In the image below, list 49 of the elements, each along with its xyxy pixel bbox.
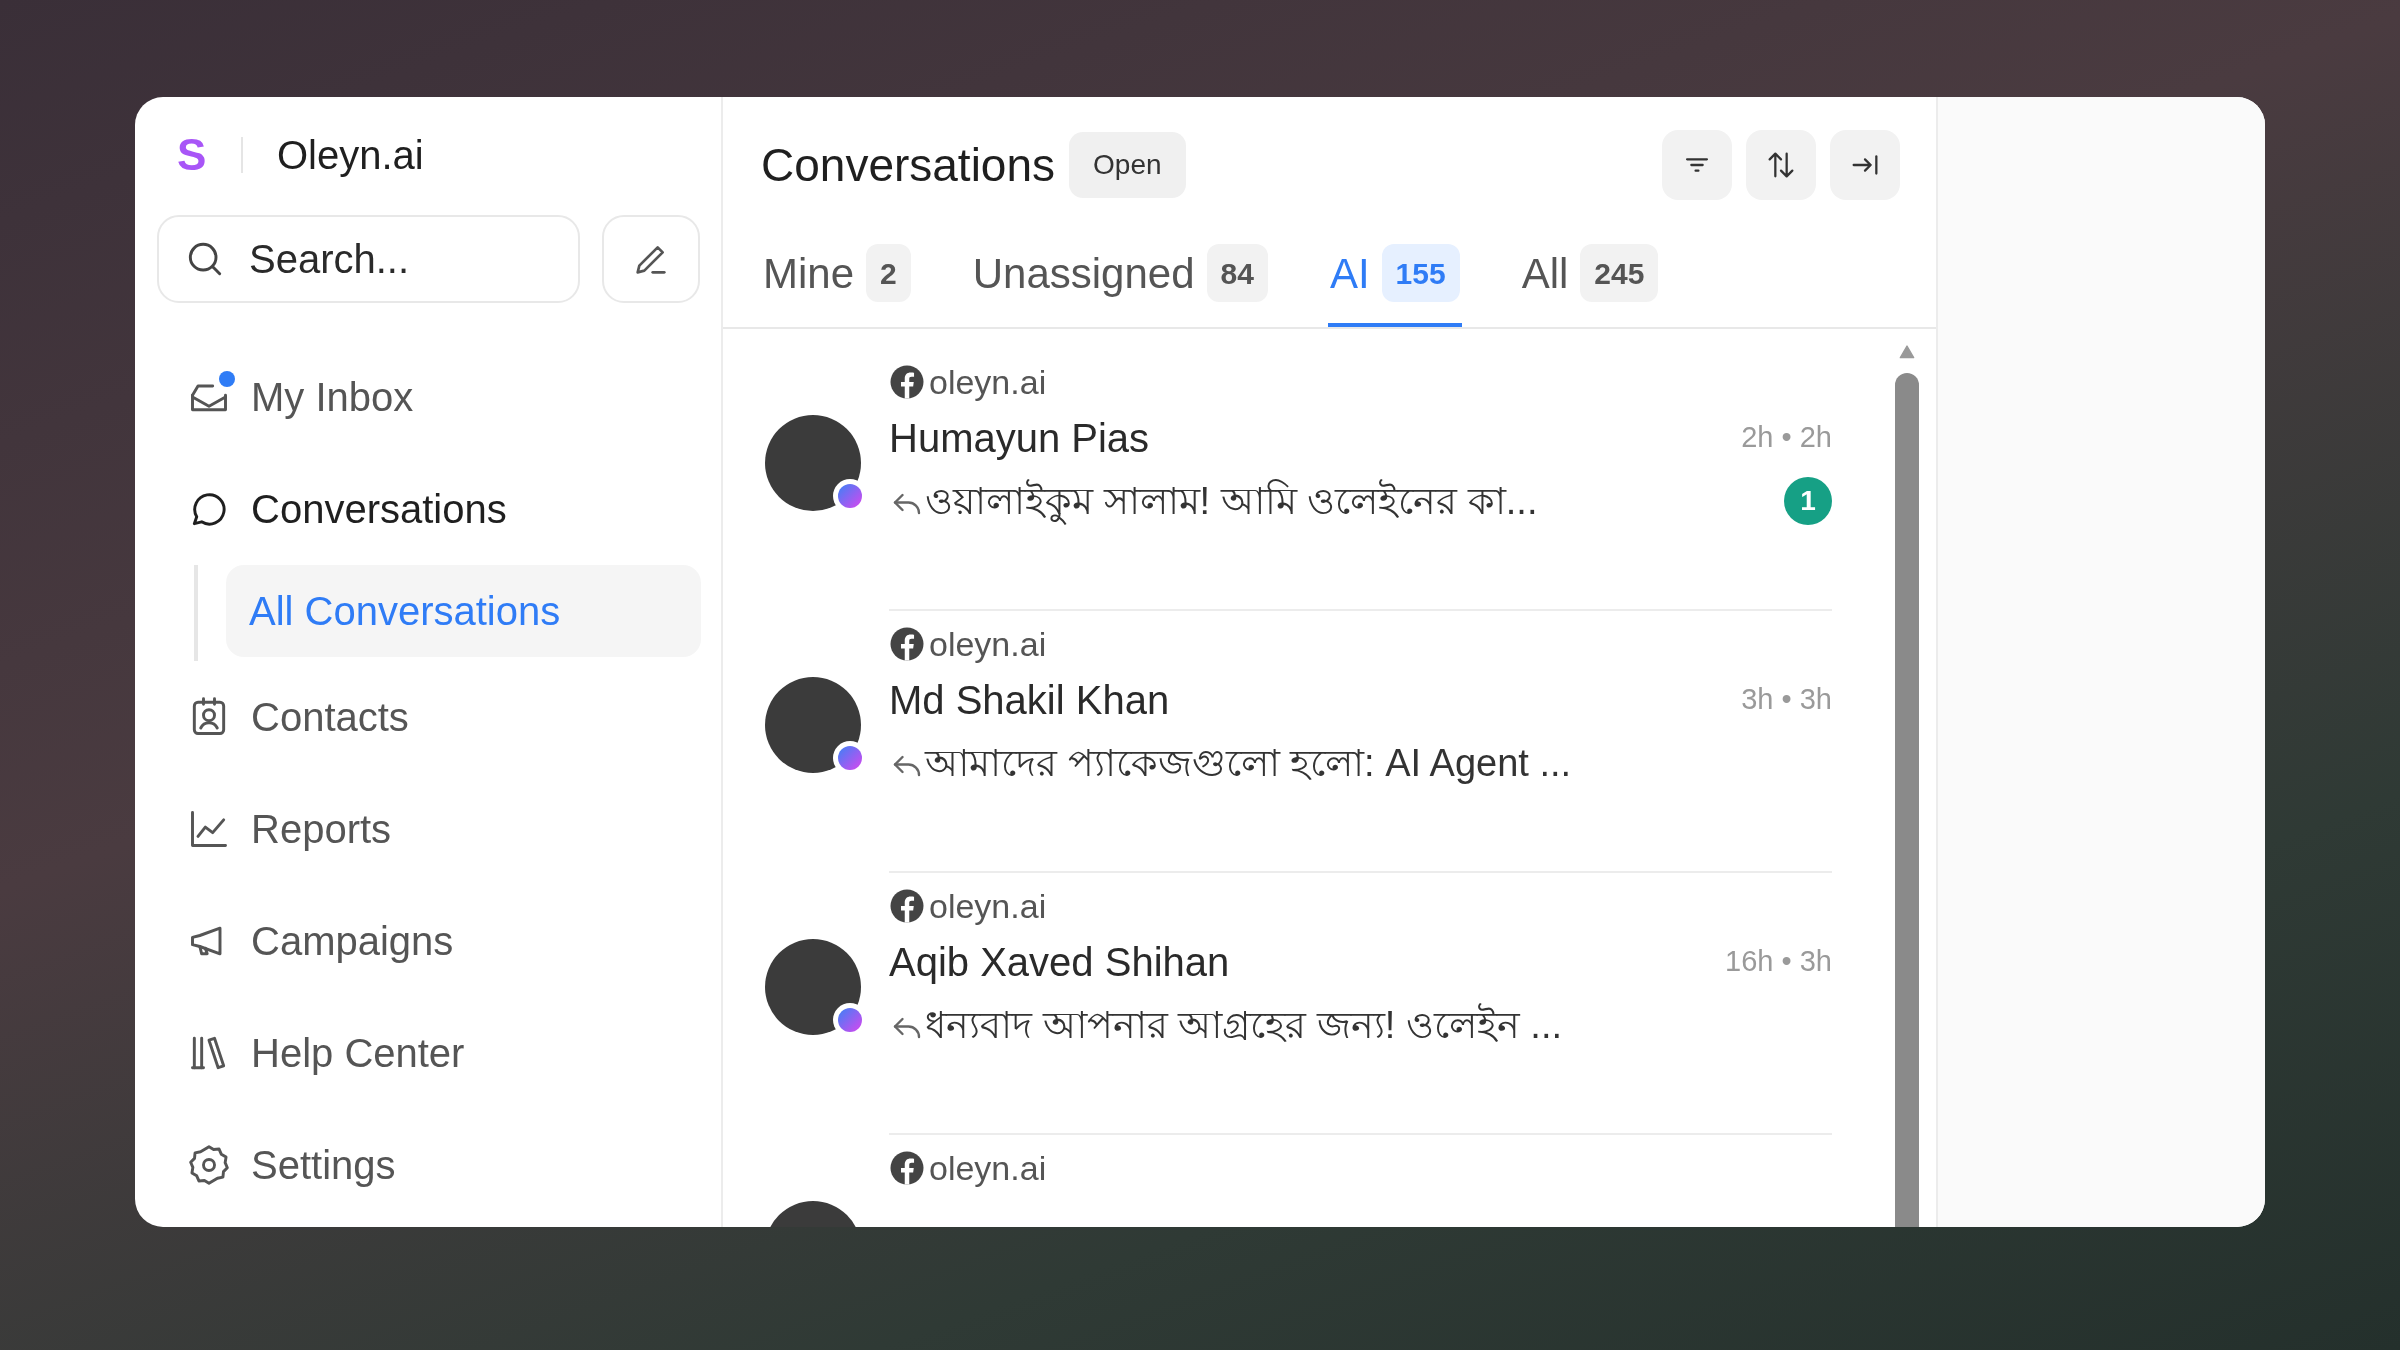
tab-count: 84	[1206, 244, 1268, 302]
facebook-icon	[889, 888, 925, 924]
collapse-button[interactable]	[1830, 130, 1900, 200]
timestamp: 2h • 2h	[1741, 420, 1832, 456]
tab[interactable]: Mine 2	[761, 223, 913, 327]
nav-item[interactable]: Settings	[157, 1109, 701, 1221]
nav-item[interactable]: My Inbox	[157, 341, 701, 453]
message-preview: আমাদের প্যাকেজগুলো হলো: AI Agent ...	[925, 740, 1572, 786]
facebook-icon	[889, 364, 925, 400]
panel-title: Conversations	[761, 137, 1056, 193]
tab[interactable]: AI 155	[1327, 223, 1462, 327]
nav-item[interactable]: Conversations	[157, 453, 701, 565]
source-label: oleyn.ai	[929, 361, 1047, 403]
tab[interactable]: All 245	[1519, 223, 1661, 327]
unread-count: 1	[1784, 477, 1832, 525]
workspace-name: Oleyn.ai	[277, 131, 424, 179]
nav-item[interactable]: Reports	[157, 773, 701, 885]
nav-item[interactable]: Help Center	[157, 997, 701, 1109]
contact-name: Aqib Xaved Shihan	[889, 939, 1230, 986]
nav-item[interactable]: Campaigns	[157, 885, 701, 997]
settings-icon	[187, 1143, 231, 1187]
logo-letter: S	[177, 128, 208, 181]
conversation-item[interactable]: oleyn.ai	[723, 1135, 1892, 1227]
conversation-item[interactable]: oleyn.ai Md Shakil Khan 3h • 3h আমাদের প্যাকেজগুলো হলো: AI Agent ...	[723, 611, 1892, 873]
message-preview: ওয়ালাইকুম সালাম! আমি ওলেইনের কা...	[925, 472, 1538, 530]
tab-count: 2	[866, 244, 911, 302]
sort-button[interactable]	[1746, 130, 1816, 200]
timestamp: 3h • 3h	[1741, 682, 1832, 718]
search-field[interactable]: Search...	[157, 215, 580, 303]
tab-count: 245	[1580, 244, 1659, 302]
tab-count: 155	[1381, 244, 1460, 302]
message-preview: ধন্যবাদ আপনার আগ্রহের জন্য! ওলেইন ...	[925, 1002, 1563, 1048]
facebook-icon	[889, 1150, 925, 1186]
filter-button[interactable]	[1662, 130, 1732, 200]
nav-item[interactable]: Contacts	[157, 661, 701, 773]
source-label: oleyn.ai	[929, 885, 1047, 927]
timestamp: 16h • 3h	[1725, 944, 1832, 980]
conversation-item[interactable]: oleyn.ai Aqib Xaved Shihan 16h • 3h ধন্যবাদ আপনার আগ্রহের জন্য! ওলেইন ...	[723, 873, 1892, 1135]
facebook-icon	[889, 626, 925, 662]
source-label: oleyn.ai	[929, 623, 1047, 665]
source-label: oleyn.ai	[929, 1147, 1047, 1189]
contact-name: Md Shakil Khan	[889, 677, 1170, 724]
contact-name: Humayun Pias	[889, 415, 1150, 462]
compose-button[interactable]	[602, 215, 700, 303]
scrollbar-thumb[interactable]	[1895, 373, 1919, 1227]
tab[interactable]: Unassigned 84	[970, 223, 1270, 327]
conversation-item[interactable]: oleyn.ai Humayun Pias 2h • 2h ওয়ালাইকুম সালাম! আমি ওলেইনের কা... 1	[723, 349, 1892, 611]
status-badge: Open	[1069, 132, 1186, 198]
subnav-item[interactable]: All Conversations	[226, 565, 701, 657]
